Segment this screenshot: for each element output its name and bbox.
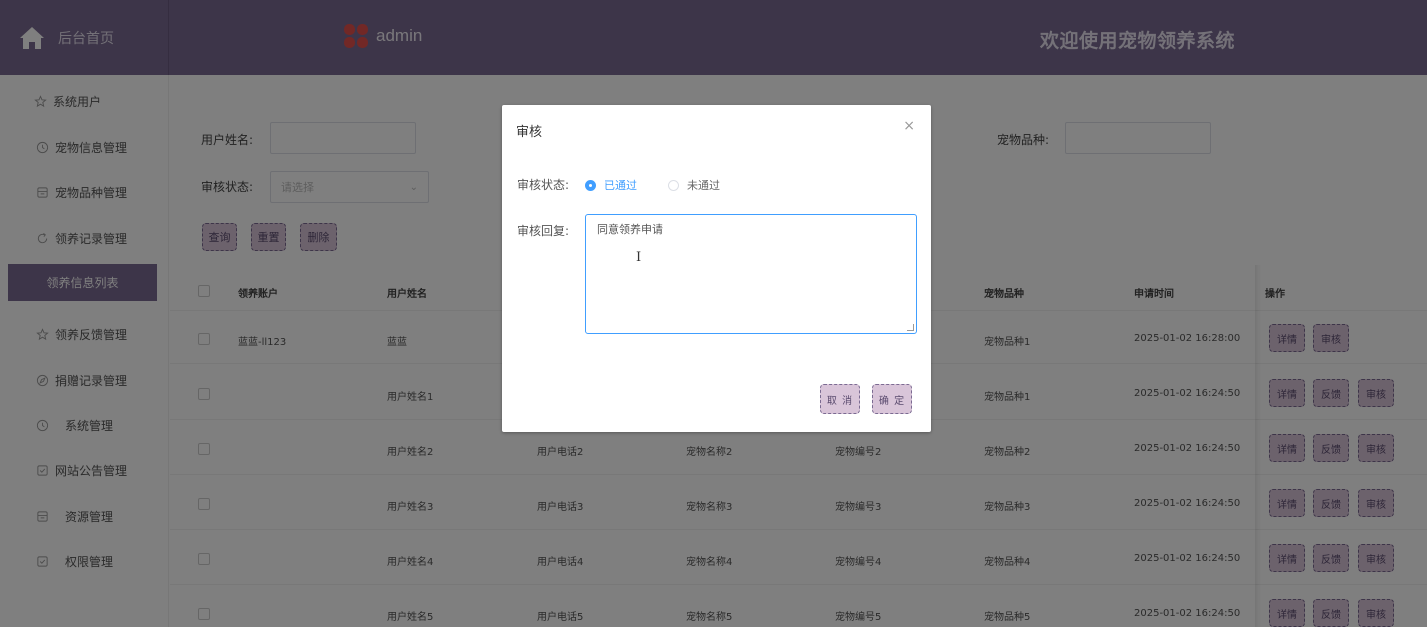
- cancel-button[interactable]: 取 消: [820, 384, 860, 414]
- reply-text: 同意领养申请: [597, 223, 663, 236]
- resize-handle-icon[interactable]: [907, 324, 914, 331]
- dialog-title: 审核: [516, 125, 543, 140]
- text-cursor-icon: I: [636, 250, 642, 265]
- review-reply-textarea[interactable]: 同意领养申请: [585, 214, 917, 334]
- confirm-button[interactable]: 确 定: [872, 384, 912, 414]
- radio-rejected[interactable]: 未通过: [668, 177, 720, 193]
- radio-label: 已通过: [604, 179, 637, 192]
- review-status-label: 审核状态:: [517, 178, 570, 192]
- radio-label: 未通过: [687, 179, 720, 192]
- review-reply-label: 审核回复:: [517, 224, 570, 238]
- radio-dot: [585, 179, 596, 191]
- radio-dot: [668, 179, 679, 191]
- review-dialog: 审核 × 审核状态: 已通过 未通过 审核回复: 同意领养申请 I 取 消 确 …: [502, 105, 931, 432]
- close-icon[interactable]: ×: [903, 118, 915, 134]
- radio-passed[interactable]: 已通过: [585, 177, 637, 193]
